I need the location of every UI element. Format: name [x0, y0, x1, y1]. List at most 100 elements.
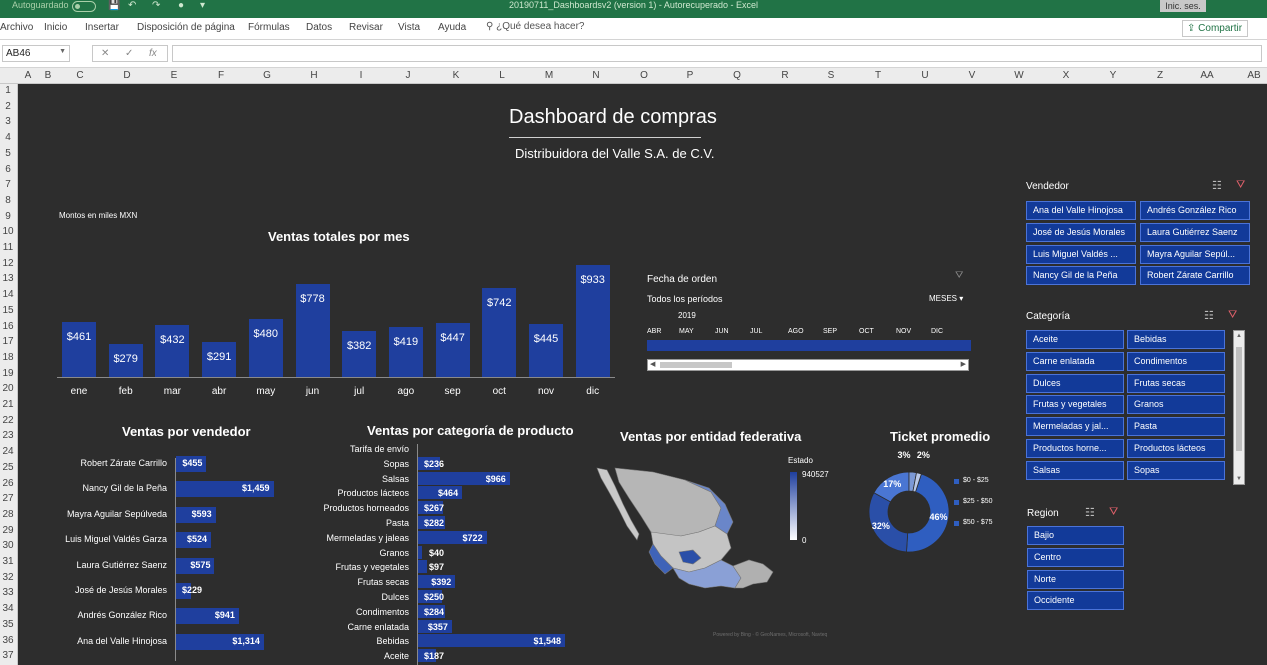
- column-header[interactable]: W: [1009, 70, 1029, 81]
- column-header[interactable]: K: [446, 70, 466, 81]
- slicer-item[interactable]: Salsas: [1026, 460, 1124, 480]
- scroll-down-icon[interactable]: ▼: [1236, 476, 1242, 482]
- slicer-item[interactable]: Productos horne...: [1026, 439, 1124, 458]
- row-header[interactable]: 29: [0, 525, 16, 536]
- tab-inicio[interactable]: Inicio: [44, 22, 67, 33]
- column-header[interactable]: C: [70, 70, 90, 81]
- slicer-item[interactable]: Granos: [1127, 395, 1225, 415]
- row-header[interactable]: 28: [0, 509, 16, 520]
- slicer-item[interactable]: Ana del Valle Hinojosa: [1026, 201, 1136, 220]
- timeline-month[interactable]: ABR: [647, 328, 661, 335]
- timeline-selection-bar[interactable]: [647, 340, 971, 351]
- scroll-right-icon[interactable]: ▶: [961, 360, 966, 368]
- slicer-item[interactable]: Mayra Aguilar Sepúl...: [1140, 244, 1250, 264]
- formula-input[interactable]: [172, 45, 1262, 62]
- insert-function-icon[interactable]: fx: [149, 48, 157, 59]
- slicer-item[interactable]: Frutas secas: [1127, 373, 1225, 393]
- scroll-up-icon[interactable]: ▲: [1236, 333, 1242, 339]
- row-header[interactable]: 21: [0, 399, 16, 410]
- multi-select-icon[interactable]: ☷: [1212, 179, 1222, 192]
- row-header[interactable]: 32: [0, 572, 16, 583]
- row-header[interactable]: 27: [0, 493, 16, 504]
- row-header[interactable]: 10: [0, 226, 16, 237]
- column-header[interactable]: M: [539, 70, 559, 81]
- row-header[interactable]: 8: [0, 195, 16, 206]
- mexico-map[interactable]: [593, 464, 783, 614]
- slicer-item[interactable]: Frutas y vegetales: [1026, 395, 1124, 415]
- slicer-item[interactable]: Bajio: [1027, 526, 1124, 545]
- column-header[interactable]: Y: [1103, 70, 1123, 81]
- share-button[interactable]: ⇪ Compartir: [1182, 20, 1248, 37]
- bar-ago[interactable]: [388, 326, 423, 377]
- column-header[interactable]: J: [398, 70, 418, 81]
- slicer-item[interactable]: José de Jesús Morales: [1026, 222, 1136, 242]
- slicer-item[interactable]: Pasta: [1127, 417, 1225, 437]
- slicer-item[interactable]: Sopas: [1127, 460, 1225, 480]
- bar-mar[interactable]: [155, 325, 190, 377]
- column-header[interactable]: A: [18, 70, 38, 81]
- tab-archivo[interactable]: Archivo: [0, 22, 33, 33]
- row-header[interactable]: 35: [0, 619, 16, 630]
- column-header[interactable]: Q: [727, 70, 747, 81]
- column-header[interactable]: T: [868, 70, 888, 81]
- column-header[interactable]: B: [38, 70, 58, 81]
- slicer-item[interactable]: Mermeladas y jal...: [1026, 417, 1124, 437]
- clear-filter-icon[interactable]: ⛛: [955, 270, 963, 281]
- column-header[interactable]: Z: [1150, 70, 1170, 81]
- row-header[interactable]: 18: [0, 352, 16, 363]
- row-header[interactable]: 23: [0, 430, 16, 441]
- dashboard-sheet[interactable]: Dashboard de compras Distribuidora del V…: [19, 84, 1267, 665]
- timeline-month[interactable]: AGO: [788, 328, 804, 335]
- row-header[interactable]: 16: [0, 321, 16, 332]
- bar-jul[interactable]: [342, 331, 377, 377]
- slicer-item[interactable]: Norte: [1027, 569, 1124, 589]
- row-header[interactable]: 37: [0, 650, 16, 661]
- row-header[interactable]: 13: [0, 273, 16, 284]
- row-header[interactable]: 26: [0, 478, 16, 489]
- row-header[interactable]: 25: [0, 462, 16, 473]
- column-header[interactable]: P: [680, 70, 700, 81]
- tab-disposicion[interactable]: Disposición de página: [137, 22, 235, 33]
- row-header[interactable]: 34: [0, 603, 16, 614]
- column-header[interactable]: D: [117, 70, 137, 81]
- slicer-item[interactable]: Productos lácteos: [1127, 439, 1225, 458]
- row-header[interactable]: 20: [0, 383, 16, 394]
- column-header[interactable]: U: [915, 70, 935, 81]
- timeline-scroll-thumb[interactable]: [660, 362, 732, 368]
- row-header[interactable]: 31: [0, 556, 16, 567]
- slicer-scroll-thumb[interactable]: [1236, 347, 1242, 451]
- slicer-item[interactable]: Aceite: [1026, 330, 1124, 349]
- row-header[interactable]: 22: [0, 415, 16, 426]
- timeline-scrollbar[interactable]: ◀ ▶: [647, 359, 969, 371]
- tab-formulas[interactable]: Fórmulas: [248, 22, 290, 33]
- column-header[interactable]: N: [586, 70, 606, 81]
- column-header[interactable]: F: [211, 70, 231, 81]
- column-header[interactable]: L: [492, 70, 512, 81]
- slicer-scrollbar[interactable]: ▲ ▼: [1233, 330, 1245, 485]
- timeline-month[interactable]: NOV: [896, 328, 911, 335]
- multi-select-icon[interactable]: ☷: [1204, 309, 1214, 322]
- bar-nov[interactable]: [529, 323, 563, 377]
- row-header[interactable]: 4: [0, 132, 16, 143]
- timeline-month[interactable]: OCT: [859, 328, 874, 335]
- slicer-item[interactable]: Laura Gutiérrez Saenz: [1140, 222, 1250, 242]
- column-header[interactable]: S: [821, 70, 841, 81]
- column-header[interactable]: X: [1056, 70, 1076, 81]
- column-header[interactable]: AA: [1197, 70, 1217, 81]
- row-header[interactable]: 17: [0, 336, 16, 347]
- scroll-left-icon[interactable]: ◀: [650, 360, 655, 368]
- slicer-item[interactable]: Nancy Gil de la Peña: [1026, 266, 1136, 286]
- timeline-month[interactable]: DIC: [931, 328, 943, 335]
- column-header[interactable]: E: [164, 70, 184, 81]
- slicer-item[interactable]: Condimentos: [1127, 351, 1225, 371]
- slicer-item[interactable]: Luis Miguel Valdés ...: [1026, 244, 1136, 264]
- row-header[interactable]: 11: [0, 242, 16, 253]
- enter-icon[interactable]: ✓: [125, 48, 133, 59]
- clear-filter-icon[interactable]: ⛛: [1236, 179, 1245, 192]
- row-header[interactable]: 2: [0, 101, 16, 112]
- row-header[interactable]: 5: [0, 148, 16, 159]
- clear-filter-icon[interactable]: ⛛: [1228, 309, 1237, 322]
- column-header[interactable]: G: [257, 70, 277, 81]
- slicer-item[interactable]: Robert Zárate Carrillo: [1140, 266, 1250, 286]
- clear-filter-icon[interactable]: ⛛: [1109, 506, 1118, 519]
